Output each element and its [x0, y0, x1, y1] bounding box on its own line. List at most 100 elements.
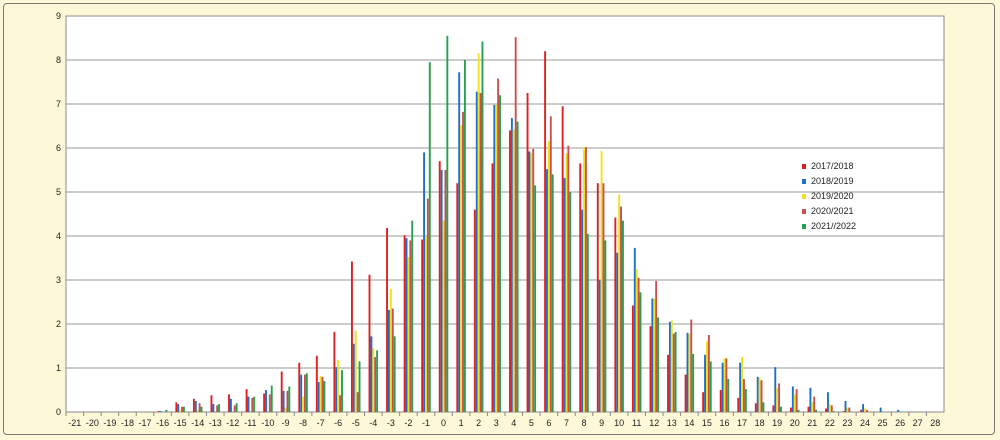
bar — [549, 116, 552, 412]
bar — [319, 375, 322, 412]
bar — [473, 209, 476, 412]
bar — [707, 335, 710, 412]
y-tick-label: 3 — [56, 275, 61, 285]
bar — [423, 152, 426, 412]
bar — [428, 62, 431, 412]
bar — [323, 381, 326, 412]
bar — [532, 148, 535, 412]
bar — [356, 392, 359, 412]
bar — [860, 409, 863, 412]
y-tick-label: 4 — [56, 231, 61, 241]
bar — [579, 163, 582, 412]
bar — [157, 411, 160, 412]
bar — [848, 407, 851, 412]
bar — [569, 192, 572, 412]
x-tick-label: 24 — [860, 418, 870, 428]
bar — [497, 78, 500, 412]
bar — [341, 370, 343, 412]
x-tick-label: 9 — [599, 418, 604, 428]
bar — [481, 41, 484, 413]
bar — [491, 163, 494, 412]
bar — [780, 406, 782, 412]
bar — [165, 409, 168, 412]
y-tick-label: 6 — [56, 143, 61, 153]
x-tick-label: 8 — [582, 418, 587, 428]
bar — [403, 235, 406, 412]
bar — [743, 379, 745, 412]
bar — [421, 239, 424, 412]
bar — [639, 292, 642, 412]
bar — [737, 397, 740, 412]
bar — [177, 404, 180, 412]
bar — [879, 407, 882, 412]
bar — [688, 333, 691, 412]
x-tick-label: -1 — [422, 418, 430, 428]
bar — [499, 95, 501, 412]
x-tick-label: -9 — [281, 418, 289, 428]
x-tick-label: 3 — [494, 418, 499, 428]
bar — [596, 183, 599, 412]
bar — [551, 174, 554, 412]
x-tick-label: 4 — [511, 418, 516, 428]
bar — [265, 390, 267, 412]
x-tick-label: 27 — [913, 418, 923, 428]
legend-swatch — [802, 224, 806, 229]
x-tick-label: -14 — [191, 418, 204, 428]
bar — [604, 240, 607, 412]
bar — [655, 280, 658, 412]
bar — [462, 111, 464, 413]
bar — [825, 408, 828, 412]
x-tick-label: 6 — [546, 418, 551, 428]
bar — [862, 404, 865, 412]
bar — [510, 118, 513, 412]
y-tick-label: 7 — [56, 99, 61, 109]
bar — [534, 185, 537, 412]
legend-swatch — [802, 209, 806, 214]
bar — [376, 350, 379, 412]
bar — [388, 309, 390, 412]
bar — [528, 151, 531, 412]
bar — [386, 228, 389, 412]
x-tick-label: 14 — [684, 418, 694, 428]
legend-swatch — [802, 194, 806, 199]
x-tick-label: 28 — [930, 418, 940, 428]
bar — [477, 53, 480, 413]
bar — [547, 141, 550, 412]
bar — [813, 396, 816, 412]
bar — [175, 402, 178, 412]
bar — [791, 386, 794, 412]
bar — [620, 206, 622, 412]
bar — [739, 362, 742, 412]
bar — [795, 389, 798, 412]
bar — [846, 407, 849, 412]
chart-frame: 0123456789 -21 -20 -19 -18 -17 -16 -15 -14 -13 -1… — [3, 3, 995, 435]
legend-swatch — [802, 179, 806, 184]
bar — [270, 385, 273, 412]
bar — [702, 392, 705, 412]
bar — [233, 405, 236, 412]
legend-label: 2021//2022 — [811, 221, 856, 231]
bar — [776, 387, 779, 412]
bar — [563, 177, 566, 412]
x-tick-label: -18 — [121, 418, 134, 428]
bar — [358, 361, 361, 412]
x-tick-label: 7 — [564, 418, 569, 428]
bar — [744, 389, 747, 412]
bar — [727, 379, 730, 412]
bar — [352, 343, 355, 412]
bar — [235, 403, 238, 412]
bar — [210, 395, 213, 412]
bar — [407, 257, 410, 412]
legend-label: 2020/2021 — [811, 206, 854, 216]
legend-swatch — [802, 164, 806, 169]
bar — [897, 409, 900, 412]
bar — [760, 380, 763, 412]
x-tick-label: 2 — [476, 418, 481, 428]
bar — [865, 409, 868, 412]
bar-chart: 0123456789 -21 -20 -19 -18 -17 -16 -15 -14 -13 -1… — [56, 11, 945, 428]
bar — [827, 392, 829, 412]
x-tick-label: 19 — [772, 418, 782, 428]
legend-label: 2019/2020 — [811, 191, 854, 201]
bar — [721, 362, 724, 412]
bar — [493, 104, 496, 412]
